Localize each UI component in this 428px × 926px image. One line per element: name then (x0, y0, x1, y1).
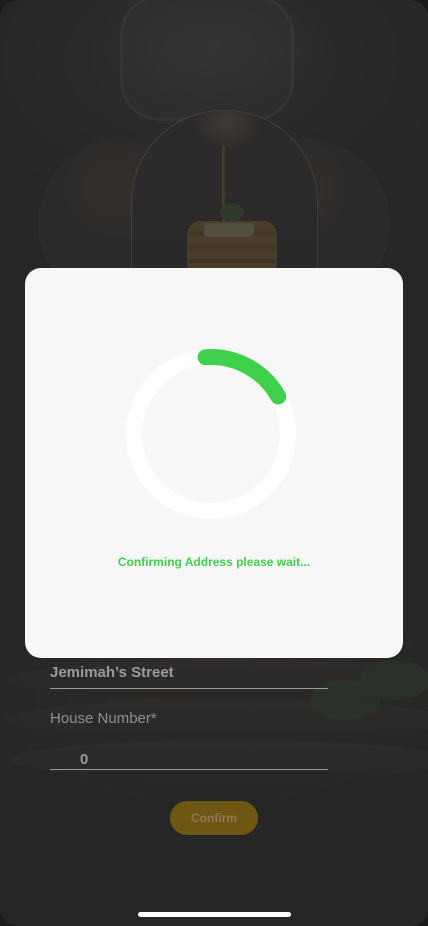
house-number-underline (50, 769, 328, 770)
loading-dialog: Confirming Address please wait... (25, 268, 403, 658)
app-screen: Jemimah’s Street House Number* Confirm C… (0, 0, 428, 926)
loading-spinner-icon (126, 349, 296, 519)
home-indicator[interactable] (138, 912, 291, 917)
house-number-input[interactable] (50, 748, 328, 770)
street-field-underline (50, 688, 328, 689)
confirm-button[interactable]: Confirm (170, 801, 258, 835)
loading-message: Confirming Address please wait... (117, 555, 311, 569)
street-name-value: Jemimah’s Street (50, 664, 174, 681)
house-number-label: House Number* (50, 710, 157, 727)
